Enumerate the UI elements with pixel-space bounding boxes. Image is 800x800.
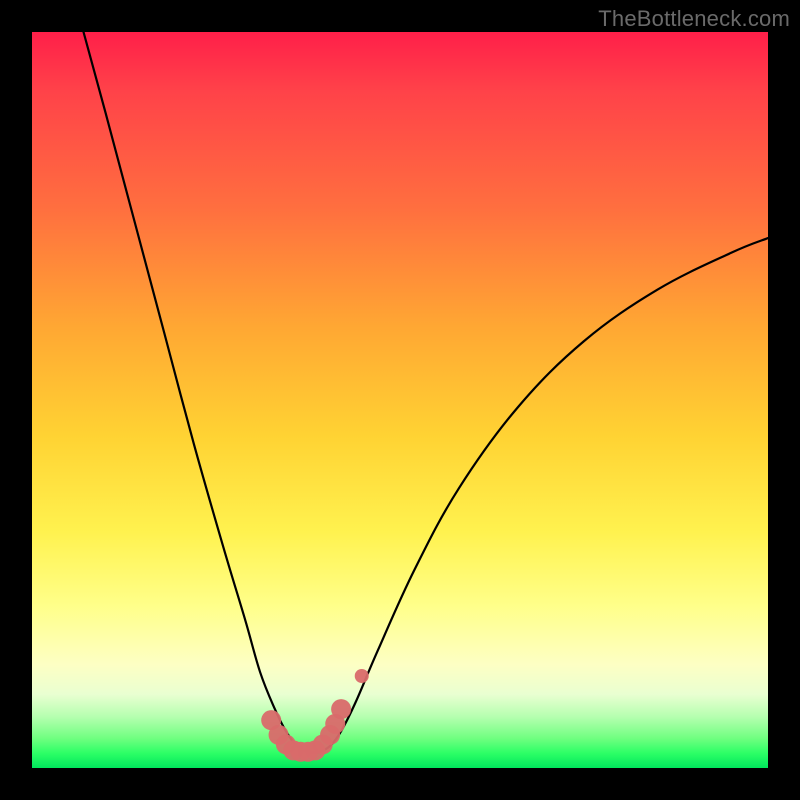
markers-layer: [261, 669, 369, 762]
highlight-pink-dot: [331, 699, 351, 719]
highlight-pink-detached-dot: [355, 669, 369, 683]
watermark-text: TheBottleneck.com: [598, 6, 790, 32]
chart-svg: [32, 32, 768, 768]
curve-layer: [84, 32, 768, 753]
chart-frame: TheBottleneck.com: [0, 0, 800, 800]
bottleneck-curve: [84, 32, 768, 753]
plot-area: [32, 32, 768, 768]
